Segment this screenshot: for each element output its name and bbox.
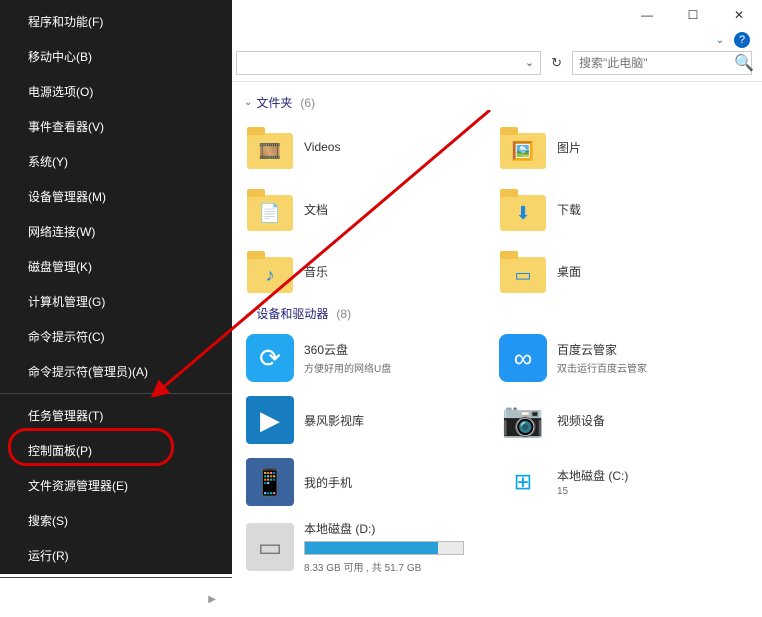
menu-system[interactable]: 系统(Y) (0, 144, 232, 179)
group-header-folders[interactable]: ⌄ 文件夹 (6) (244, 88, 750, 119)
file-explorer-window: — ☐ ✕ ⌄ ? ⌄ ↻ 🔍 ⌄ 文件夹 (6) 🎞️ Videos � (232, 0, 762, 574)
folders-grid: 🎞️ Videos 🖼️ 图片 📄 文档 ⬇ 下载 ♪ 音乐 ▭ 桌面 (244, 119, 750, 299)
windows-icon: ⊞ (514, 469, 532, 495)
menu-run[interactable]: 运行(R) (0, 538, 232, 573)
content-pane[interactable]: ⌄ 文件夹 (6) 🎞️ Videos 🖼️ 图片 📄 文档 ⬇ 下载 ♪ (232, 82, 762, 574)
chevron-down-icon: ⌄ (244, 97, 252, 108)
pictures-icon: 🖼️ (500, 133, 546, 169)
folder-music[interactable]: ♪ 音乐 (244, 243, 497, 299)
drive-360cloud[interactable]: ⟳ 360云盘 方便好用的网络U盘 (244, 330, 497, 386)
menu-control-panel[interactable]: 控制面板(P) (0, 433, 232, 468)
drive-local-c[interactable]: ⊞ 本地磁盘 (C:) 15 (497, 454, 750, 510)
ribbon-helpbar: ⌄ ? (232, 30, 762, 50)
ribbon-collapse-icon[interactable]: ⌄ (716, 35, 724, 46)
folder-pictures[interactable]: 🖼️ 图片 (497, 119, 750, 175)
folder-documents[interactable]: 📄 文档 (244, 181, 497, 237)
menu-disk-management[interactable]: 磁盘管理(K) (0, 249, 232, 284)
help-icon[interactable]: ? (734, 32, 750, 48)
minimize-button[interactable]: — (624, 0, 670, 30)
drive-baidu[interactable]: ∞ 百度云管家 双击运行百度云管家 (497, 330, 750, 386)
menu-file-explorer[interactable]: 文件资源管理器(E) (0, 468, 232, 503)
menu-network-connections[interactable]: 网络连接(W) (0, 214, 232, 249)
address-bar-row: ⌄ ↻ 🔍 (232, 50, 762, 82)
menu-command-prompt-admin[interactable]: 命令提示符(管理员)(A) (0, 354, 232, 389)
menu-mobility-center[interactable]: 移动中心(B) (0, 39, 232, 74)
menu-computer-management[interactable]: 计算机管理(G) (0, 284, 232, 319)
address-dropdown-icon[interactable]: ⌄ (525, 56, 534, 69)
menu-power-options[interactable]: 电源选项(O) (0, 74, 232, 109)
drive-baofeng[interactable]: ▶ 暴风影视库 (244, 392, 497, 448)
disk-usage-bar (304, 541, 464, 555)
videos-icon: 🎞️ (247, 133, 293, 169)
menu-programs-features[interactable]: 程序和功能(F) (0, 4, 232, 39)
search-icon[interactable]: 🔍 (734, 53, 754, 73)
menu-separator (0, 393, 232, 394)
menu-command-prompt[interactable]: 命令提示符(C) (0, 319, 232, 354)
folder-videos[interactable]: 🎞️ Videos (244, 119, 497, 175)
close-button[interactable]: ✕ (716, 0, 762, 30)
drive-phone[interactable]: 📱 我的手机 (244, 454, 497, 510)
menu-separator (0, 577, 232, 578)
cloud-icon: ⟳ (246, 334, 294, 382)
refresh-icon[interactable]: ↻ (547, 55, 566, 71)
menu-event-viewer[interactable]: 事件查看器(V) (0, 109, 232, 144)
winx-menu: 程序和功能(F) 移动中心(B) 电源选项(O) 事件查看器(V) 系统(Y) … (0, 0, 232, 574)
titlebar: — ☐ ✕ (232, 0, 762, 30)
drive-local-d[interactable]: ▭ 本地磁盘 (D:) 8.33 GB 可用 , 共 51.7 GB (244, 516, 464, 574)
menu-shutdown-signout[interactable]: 关机或注销(U) ▶ (0, 582, 232, 617)
phone-icon: 📱 (246, 458, 294, 506)
search-box[interactable]: 🔍 (572, 51, 752, 75)
menu-device-manager[interactable]: 设备管理器(M) (0, 179, 232, 214)
drive-camera[interactable]: 📷 视频设备 (497, 392, 750, 448)
downloads-icon: ⬇ (500, 195, 546, 231)
folder-downloads[interactable]: ⬇ 下载 (497, 181, 750, 237)
baidu-cloud-icon: ∞ (499, 334, 547, 382)
documents-icon: 📄 (247, 195, 293, 231)
webcam-icon: 📷 (502, 400, 544, 440)
disk-icon: ▭ (246, 523, 294, 571)
menu-search[interactable]: 搜索(S) (0, 503, 232, 538)
search-input[interactable] (579, 56, 734, 70)
video-library-icon: ▶ (246, 396, 294, 444)
folder-desktop[interactable]: ▭ 桌面 (497, 243, 750, 299)
drives-grid: ⟳ 360云盘 方便好用的网络U盘 ∞ 百度云管家 双击运行百度云管家 ▶ 暴风… (244, 330, 750, 574)
chevron-right-icon: ▶ (208, 594, 216, 605)
group-header-drives[interactable]: ⌄ 设备和驱动器 (8) (244, 299, 750, 330)
address-bar[interactable]: ⌄ (236, 51, 541, 75)
music-icon: ♪ (247, 257, 293, 293)
desktop-icon: ▭ (500, 257, 546, 293)
maximize-button[interactable]: ☐ (670, 0, 716, 30)
chevron-down-icon: ⌄ (244, 308, 252, 319)
